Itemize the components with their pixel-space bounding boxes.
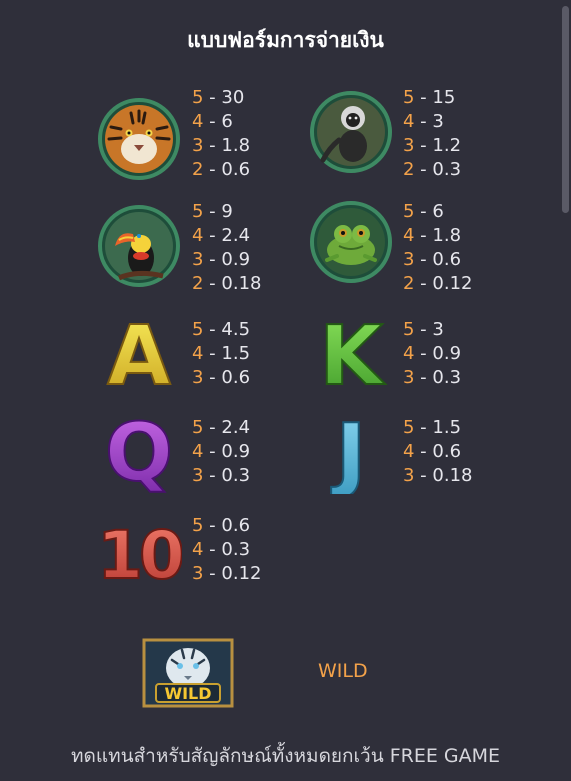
letter-q-symbol-icon: Q (96, 408, 182, 494)
payout-row: 3 - 0.9 (192, 249, 251, 270)
payout-row: 4 - 3 (403, 111, 444, 132)
payout-row: 2 - 0.3 (403, 159, 462, 180)
payout-row: 5 - 1.5 (403, 417, 462, 438)
payout-row: 3 - 1.8 (192, 135, 251, 156)
wild-label: WILD (318, 660, 368, 682)
payout-row: 4 - 6 (192, 111, 233, 132)
payout-row: 5 - 30 (192, 87, 245, 108)
toucan-symbol-icon (96, 203, 182, 289)
tiger-payouts: 5 - 30 4 - 6 3 - 1.8 2 - 0.6 (192, 86, 250, 182)
payout-row: 5 - 9 (192, 201, 233, 222)
payout-row: 4 - 0.9 (403, 343, 462, 364)
toucan-payouts: 5 - 9 4 - 2.4 3 - 0.9 2 - 0.18 (192, 200, 261, 296)
payout-row: 4 - 2.4 (192, 225, 251, 246)
payout-row: 3 - 0.6 (403, 249, 462, 270)
payout-row: 4 - 0.3 (192, 539, 251, 560)
scrollbar-thumb[interactable] (562, 6, 569, 213)
payout-row: 5 - 6 (403, 201, 444, 222)
payout-row: 3 - 0.18 (403, 465, 473, 486)
letter-j-symbol-icon: J (308, 408, 394, 494)
payout-row: 3 - 1.2 (403, 135, 462, 156)
payout-row: 2 - 0.12 (403, 273, 473, 294)
payout-row: 4 - 1.5 (192, 343, 251, 364)
frog-payouts: 5 - 6 4 - 1.8 3 - 0.6 2 - 0.12 (403, 200, 472, 296)
wild-symbol-icon: WILD (142, 638, 234, 708)
paytable-page: แบบฟอร์มการจ่ายเงิน 5 - 30 4 - 6 3 - 1.8… (0, 0, 571, 781)
payout-row: 4 - 1.8 (403, 225, 462, 246)
wild-badge-text: WILD (164, 684, 211, 703)
page-title: แบบฟอร์มการจ่ายเงิน (187, 28, 384, 52)
letter-a-glyph: A (107, 310, 171, 396)
payout-row: 5 - 15 (403, 87, 456, 108)
payout-row: 3 - 0.6 (192, 367, 251, 388)
number-10-payouts: 5 - 0.6 4 - 0.3 3 - 0.12 (192, 514, 261, 586)
monkey-payouts: 5 - 15 4 - 3 3 - 1.2 2 - 0.3 (403, 86, 461, 182)
number-10-glyph: 10 (97, 517, 182, 592)
payout-row: 2 - 0.6 (192, 159, 251, 180)
monkey-symbol-icon (308, 89, 394, 175)
payout-row: 3 - 0.3 (403, 367, 462, 388)
letter-a-symbol-icon: A (96, 310, 182, 396)
payout-row: 3 - 0.3 (192, 465, 251, 486)
payout-row: 4 - 0.6 (403, 441, 462, 462)
number-10-symbol-icon: 10 (96, 506, 182, 592)
letter-a-payouts: 5 - 4.5 4 - 1.5 3 - 0.6 (192, 318, 250, 390)
payout-row: 2 - 0.18 (192, 273, 262, 294)
letter-k-symbol-icon: K (308, 310, 394, 396)
payout-row: 5 - 3 (403, 319, 444, 340)
tiger-symbol-icon (96, 96, 182, 182)
letter-q-glyph: Q (105, 408, 173, 494)
letter-j-payouts: 5 - 1.5 4 - 0.6 3 - 0.18 (403, 416, 472, 488)
letter-k-payouts: 5 - 3 4 - 0.9 3 - 0.3 (403, 318, 461, 390)
payout-row: 4 - 0.9 (192, 441, 251, 462)
payout-row: 5 - 4.5 (192, 319, 251, 340)
frog-symbol-icon (308, 199, 394, 285)
payout-row: 3 - 0.12 (192, 563, 262, 584)
wild-description: ทดแทนสำหรับสัญลักษณ์ทั้งหมดยกเว้น FREE G… (70, 745, 501, 767)
letter-q-payouts: 5 - 2.4 4 - 0.9 3 - 0.3 (192, 416, 250, 488)
letter-j-glyph: J (331, 408, 367, 494)
payout-row: 5 - 0.6 (192, 515, 251, 536)
letter-k-glyph: K (319, 310, 386, 396)
payout-row: 5 - 2.4 (192, 417, 251, 438)
